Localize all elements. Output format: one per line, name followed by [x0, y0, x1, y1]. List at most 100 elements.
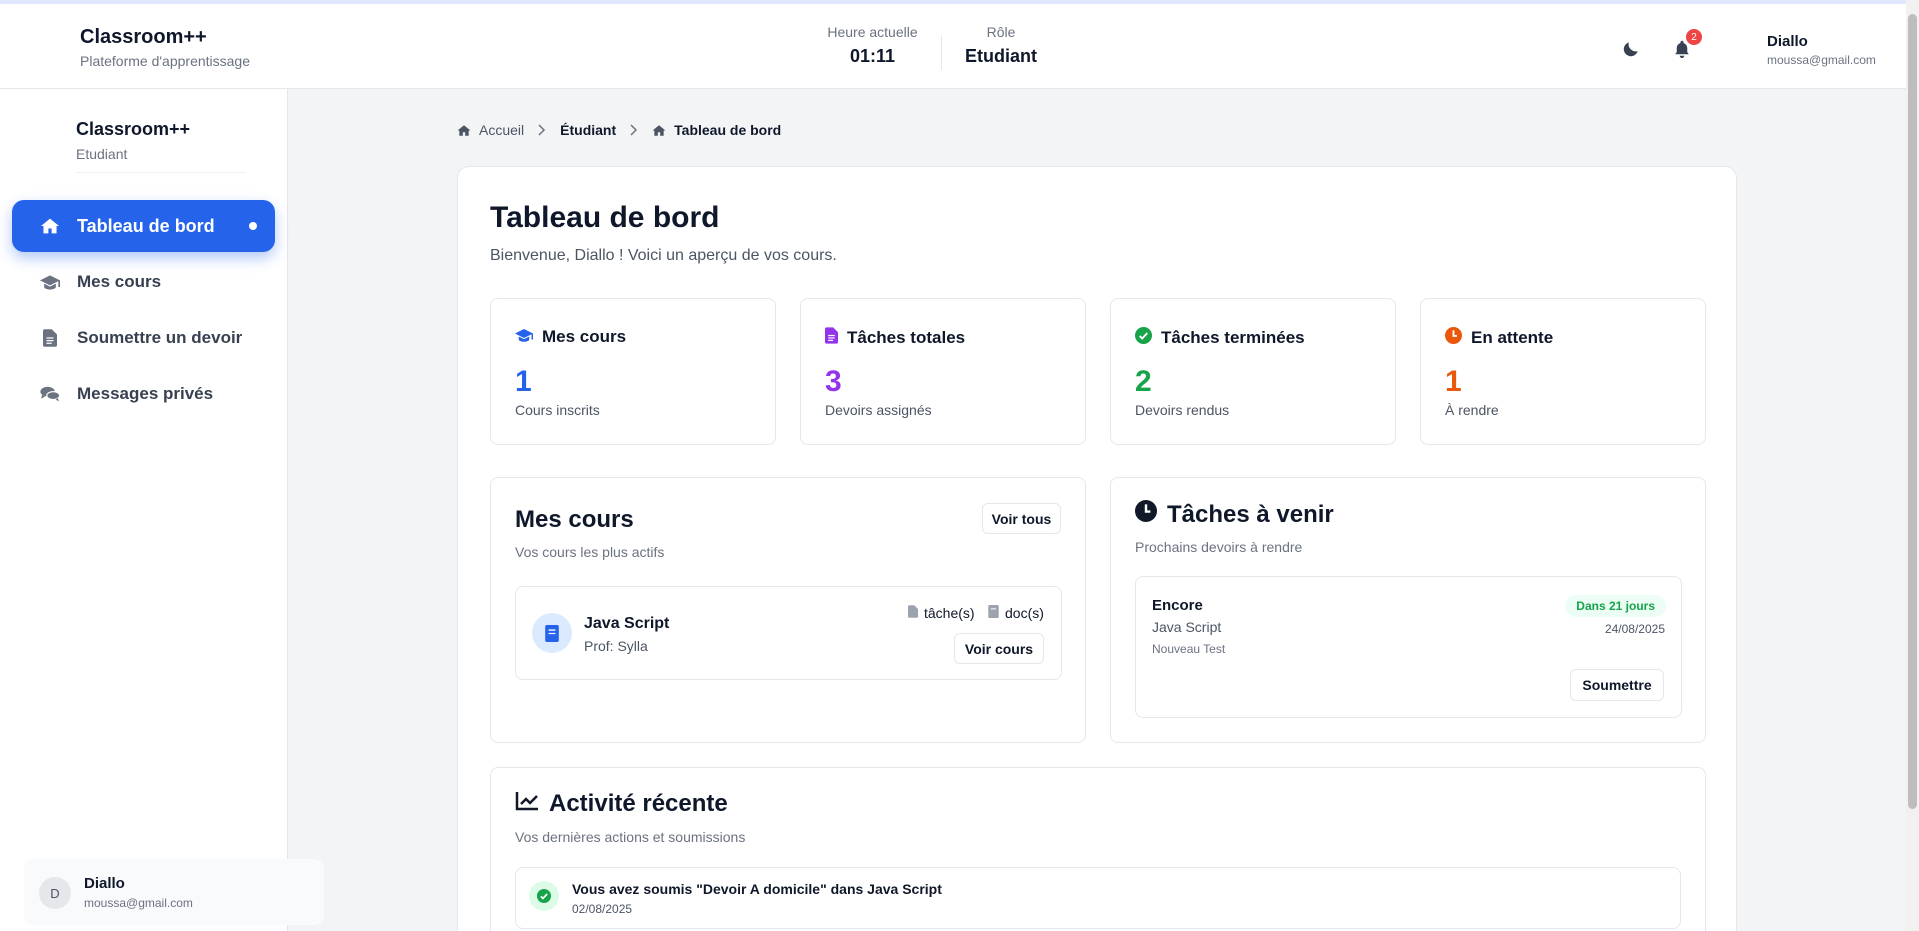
sidebar-brand-role: Etudiant [76, 146, 128, 162]
task-course: Java Script [1152, 619, 1222, 635]
upcoming-card-subtitle: Prochains devoirs à rendre [1135, 539, 1303, 555]
task-due-date: 24/08/2025 [1604, 622, 1665, 636]
course-tasks-label: tâche(s) [924, 605, 975, 621]
recent-activity-card: Activité récente Vos dernières actions e… [490, 767, 1706, 931]
clock-icon [1135, 500, 1157, 529]
header-user[interactable]: Diallo moussa@gmail.com [1767, 33, 1876, 67]
courses-card-subtitle: Vos cours les plus actifs [515, 544, 665, 560]
chevron-right-icon [630, 124, 638, 136]
task-name: Encore [1152, 597, 1203, 614]
breadcrumb: Accueil Étudiant Tableau de bord [457, 122, 781, 138]
stat-caption: Devoirs assignés [825, 402, 932, 418]
user-role: Rôle Etudiant [960, 24, 1042, 67]
home-icon [652, 124, 666, 136]
activity-card-title: Activité récente [515, 790, 728, 818]
breadcrumb-home-label: Accueil [479, 122, 525, 138]
task-description: Nouveau Test [1152, 642, 1226, 656]
sidebar: Classroom++ Etudiant Tableau de bord Mes… [0, 89, 324, 931]
page-subtitle: Bienvenue, Diallo ! Voici un aperçu de v… [490, 247, 837, 264]
sidebar-brand: Classroom++ Etudiant [76, 119, 246, 173]
stat-card-pending: En attente 1 À rendre [1420, 298, 1706, 445]
sidebar-item-label: Mes cours [77, 272, 162, 291]
stat-title: Tâches totales [847, 328, 966, 347]
course-name: Java Script [584, 615, 670, 632]
due-badge: Dans 21 jours [1565, 595, 1666, 617]
header-user-name: Diallo [1767, 33, 1808, 50]
course-tasks-count: tâche(s) [908, 605, 975, 621]
sidebar-user-email: moussa@gmail.com [84, 896, 193, 910]
upcoming-tasks-card: Tâches à venir Prochains devoirs à rendr… [1110, 477, 1706, 743]
view-course-button[interactable]: Voir cours [954, 633, 1044, 664]
time-label: Heure actuelle [827, 24, 918, 40]
header-divider [941, 36, 942, 70]
stat-value: 3 [825, 365, 842, 398]
stat-value: 1 [1445, 365, 1462, 398]
courses-card-title: Mes cours [515, 506, 634, 533]
sidebar-item-submit[interactable]: Soumettre un devoir [12, 312, 275, 364]
stat-title: Mes cours [542, 327, 627, 346]
clock-icon [1445, 327, 1462, 349]
header-brand[interactable]: Classroom++ Plateforme d'apprentissage [80, 26, 250, 69]
activity-title-text: Activité récente [549, 790, 728, 817]
current-time: Heure actuelle 01:11 [826, 24, 919, 67]
chevron-right-icon [538, 124, 546, 136]
header-user-email: moussa@gmail.com [1767, 53, 1876, 67]
course-docs-label: doc(s) [1005, 605, 1044, 621]
upcoming-card-title: Tâches à venir [1135, 500, 1334, 529]
sidebar-item-courses[interactable]: Mes cours [12, 256, 275, 308]
activity-text: Vous avez soumis "Devoir A domicile" dan… [572, 881, 942, 897]
breadcrumb-home[interactable]: Accueil [457, 122, 524, 138]
avatar: D [39, 877, 71, 909]
course-item[interactable]: Java Script Prof: Sylla tâche(s) doc(s) … [515, 586, 1062, 680]
home-icon [457, 124, 471, 136]
sidebar-brand-title: Classroom++ [76, 119, 191, 139]
scrollbar-thumb[interactable] [1908, 14, 1917, 809]
see-all-button[interactable]: Voir tous [982, 503, 1061, 534]
course-teacher: Prof: Sylla [584, 638, 648, 654]
file-icon [40, 328, 60, 348]
book-icon [532, 613, 572, 653]
stat-card-total-tasks: Tâches totales 3 Devoirs assignés [800, 298, 1086, 445]
breadcrumb-student[interactable]: Étudiant [560, 122, 616, 138]
activity-date: 02/08/2025 [572, 902, 633, 916]
sidebar-item-label: Soumettre un devoir [77, 328, 243, 347]
upcoming-task-item: Encore Java Script Nouveau Test Dans 21 … [1135, 576, 1682, 718]
check-circle-icon [529, 881, 559, 911]
upcoming-title-text: Tâches à venir [1167, 500, 1334, 528]
active-indicator [249, 222, 257, 230]
stat-title: Tâches terminées [1161, 328, 1305, 347]
role-label: Rôle [986, 24, 1016, 40]
brand-subtitle: Plateforme d'apprentissage [80, 53, 250, 69]
sidebar-item-dashboard[interactable]: Tableau de bord [12, 200, 275, 252]
file-icon [825, 327, 838, 349]
stat-value: 1 [515, 365, 532, 398]
stat-caption: Devoirs rendus [1135, 402, 1230, 418]
sidebar-item-label: Messages privés [77, 384, 214, 403]
stat-value: 2 [1135, 365, 1152, 398]
chart-line-icon [515, 790, 539, 818]
sidebar-user-name: Diallo [84, 875, 125, 892]
file-icon [908, 605, 918, 621]
comments-icon [40, 384, 60, 404]
page-scrollbar[interactable] [1906, 0, 1919, 931]
top-header: Classroom++ Plateforme d'apprentissage H… [0, 0, 1919, 89]
breadcrumb-current: Tableau de bord [652, 122, 781, 138]
submit-task-button[interactable]: Soumettre [1570, 669, 1664, 701]
graduation-cap-icon [40, 272, 60, 292]
activity-card-subtitle: Vos dernières actions et soumissions [515, 829, 746, 845]
book-icon [988, 605, 999, 621]
breadcrumb-current-label: Tableau de bord [674, 122, 782, 138]
brand-title: Classroom++ [80, 26, 207, 48]
stat-card-courses: Mes cours 1 Cours inscrits [490, 298, 776, 445]
stat-caption: Cours inscrits [515, 402, 600, 418]
check-circle-icon [1135, 327, 1152, 349]
sidebar-user-card[interactable]: D Diallo moussa@gmail.com [24, 859, 324, 925]
role-value: Etudiant [965, 46, 1037, 66]
moon-icon[interactable] [1619, 37, 1643, 61]
stat-card-completed: Tâches terminées 2 Devoirs rendus [1110, 298, 1396, 445]
courses-card: Mes cours Vos cours les plus actifs Voir… [490, 477, 1086, 743]
sidebar-item-messages[interactable]: Messages privés [12, 368, 275, 420]
home-icon [40, 216, 60, 236]
activity-item: Vous avez soumis "Devoir A domicile" dan… [515, 867, 1681, 929]
stat-title: En attente [1471, 328, 1554, 347]
